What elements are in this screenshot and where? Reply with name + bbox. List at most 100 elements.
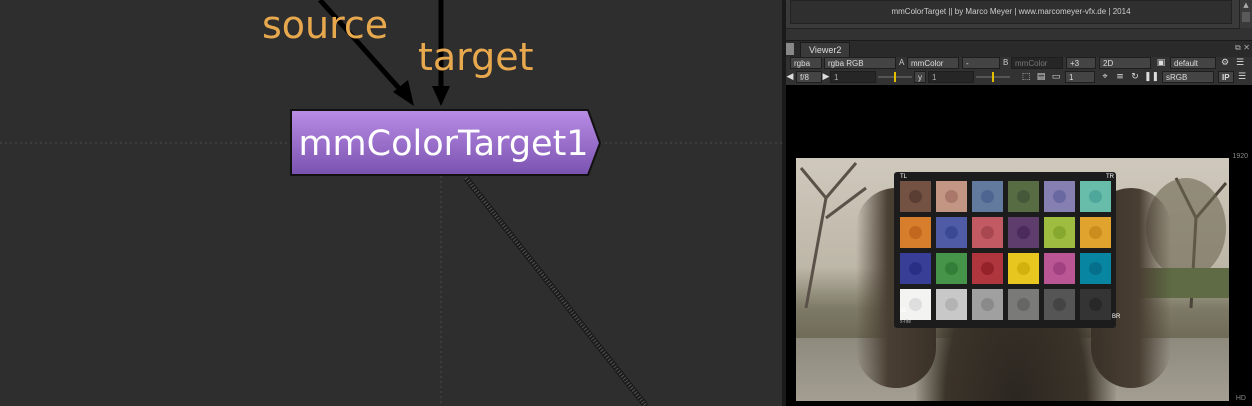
color-patch: [900, 181, 931, 212]
color-patch: [1080, 289, 1111, 320]
sample-dot: [945, 262, 958, 275]
sample-dot: [1053, 190, 1066, 203]
properties-scrollbar[interactable]: ▲: [1239, 0, 1252, 28]
channels-dropdown[interactable]: rgba: [790, 57, 822, 69]
corner-marker-br[interactable]: BR: [1112, 314, 1120, 320]
color-patch: [936, 253, 967, 284]
image-frame: TL TR BL BR x-rite: [796, 158, 1229, 401]
sample-dot: [1053, 262, 1066, 275]
gamma-slider[interactable]: [976, 72, 1010, 82]
gamma-field[interactable]: 1: [928, 71, 974, 83]
roi-icon[interactable]: ⬚: [1020, 71, 1032, 83]
color-patch: [936, 289, 967, 320]
colorspace-dropdown[interactable]: sRGB: [1162, 71, 1214, 83]
tab-viewer2[interactable]: Viewer2: [800, 42, 851, 58]
crosshair-icon[interactable]: ⌖: [1099, 71, 1111, 83]
proxy-dropdown[interactable]: 1: [1065, 71, 1095, 83]
node-graph-canvas: [0, 0, 782, 406]
resolution-label: 1920: [1232, 153, 1248, 160]
sample-dot: [1089, 190, 1102, 203]
panel-handle-icon[interactable]: [786, 43, 794, 55]
menu-lines-icon[interactable]: ☰: [1234, 57, 1246, 69]
a-input-dropdown[interactable]: mmColor: [907, 57, 959, 69]
sample-dot: [909, 298, 922, 311]
gamma-slider-knob[interactable]: [992, 72, 994, 82]
color-patch: [1008, 253, 1039, 284]
credits-text: mmColorTarget || by Marco Meyer | www.ma…: [790, 0, 1232, 24]
color-patch: [900, 253, 931, 284]
color-patch: [1044, 289, 1075, 320]
sample-dot: [945, 190, 958, 203]
color-patch: [972, 289, 1003, 320]
sample-dot: [1053, 298, 1066, 311]
format-label: HD: [1235, 395, 1246, 402]
node-graph-panel[interactable]: source target mmColorTarget1: [0, 0, 782, 406]
sample-dot: [1053, 226, 1066, 239]
b-input-label: B: [1003, 58, 1009, 67]
gamma-label: y: [914, 71, 926, 83]
float-panel-icon[interactable]: ⧉ ✕: [1235, 43, 1250, 53]
color-patch: [972, 181, 1003, 212]
refresh-icon[interactable]: ↻: [1129, 71, 1141, 83]
corner-marker-tl[interactable]: TL: [900, 174, 907, 180]
frame-offset-dropdown[interactable]: +3: [1066, 57, 1096, 69]
color-patch: [1008, 181, 1039, 212]
fstop-field[interactable]: f/8: [796, 71, 822, 83]
menu-lines-icon-2[interactable]: ☰: [1236, 71, 1248, 83]
a-input-label: A: [899, 58, 905, 67]
sample-dot: [909, 190, 922, 203]
color-patch: [1044, 253, 1075, 284]
region-icon[interactable]: ▤: [1035, 71, 1047, 83]
color-patch: [1044, 181, 1075, 212]
sample-dot: [981, 226, 994, 239]
color-patch: [1080, 253, 1111, 284]
sample-dot: [1017, 298, 1030, 311]
chart-brand-logo: x-rite: [900, 319, 912, 325]
target-arrow-head: [432, 86, 450, 106]
viewer-toolbar-bottom: ◀ f/8 ▶ 1 y 1 ⬚ ▤ ▭ 1 ⌖ ≡ ↻ ❚❚ sRGB IP ☰: [786, 71, 1252, 84]
color-patch: [1080, 181, 1111, 212]
sample-dot: [1089, 298, 1102, 311]
list-icon[interactable]: ≡: [1114, 71, 1126, 83]
pause-icon[interactable]: ❚❚: [1144, 71, 1159, 83]
color-patch: [1008, 217, 1039, 248]
layer-dropdown[interactable]: rgba RGB: [824, 57, 896, 69]
gain-slider-knob[interactable]: [894, 72, 896, 82]
corner-marker-tr[interactable]: TR: [1106, 174, 1114, 180]
viewer-toolbar-top: rgba rgba RGB A mmColor - B mmColor +3 2…: [786, 57, 1252, 70]
sample-dot: [909, 226, 922, 239]
b-input-dropdown[interactable]: mmColor: [1011, 57, 1063, 69]
scroll-up-icon[interactable]: ▲: [1240, 0, 1252, 10]
viewer-viewport[interactable]: 1920 TL TR BL BR x-rite HD: [786, 85, 1252, 406]
sample-dot: [945, 298, 958, 311]
gain-field[interactable]: 1: [830, 71, 876, 83]
color-patch: [936, 217, 967, 248]
sample-dot: [945, 226, 958, 239]
color-patch: [972, 217, 1003, 248]
sample-dot: [1017, 226, 1030, 239]
wipe-operation-dropdown[interactable]: -: [962, 57, 1000, 69]
scroll-thumb[interactable]: [1242, 12, 1250, 22]
gain-slider[interactable]: [878, 72, 912, 82]
lut-dropdown[interactable]: default: [1170, 57, 1216, 69]
color-patch: [972, 253, 1003, 284]
zoom-in-icon[interactable]: ▶: [822, 71, 830, 83]
color-patch: [1044, 217, 1075, 248]
color-patch: [900, 217, 931, 248]
color-patch: [1080, 217, 1111, 248]
corner-marker-bl[interactable]: BL: [900, 308, 907, 314]
monitor-icon[interactable]: ▭: [1050, 71, 1062, 83]
right-pane: mmColorTarget || by Marco Meyer | www.ma…: [786, 0, 1252, 406]
settings-sliders-icon[interactable]: ⚙: [1219, 57, 1231, 69]
target-input-label: target: [418, 35, 534, 79]
input-process-button[interactable]: IP: [1218, 71, 1234, 83]
view-mode-dropdown[interactable]: 2D: [1099, 57, 1151, 69]
sample-dot: [1089, 226, 1102, 239]
clipboard-icon[interactable]: ▣: [1155, 57, 1167, 69]
node-name[interactable]: mmColorTarget1: [291, 124, 596, 164]
source-input-label: source: [262, 3, 389, 47]
sample-dot: [981, 298, 994, 311]
sample-dot: [1089, 262, 1102, 275]
properties-panel: mmColorTarget || by Marco Meyer | www.ma…: [786, 0, 1240, 29]
zoom-out-icon[interactable]: ◀: [786, 71, 794, 83]
